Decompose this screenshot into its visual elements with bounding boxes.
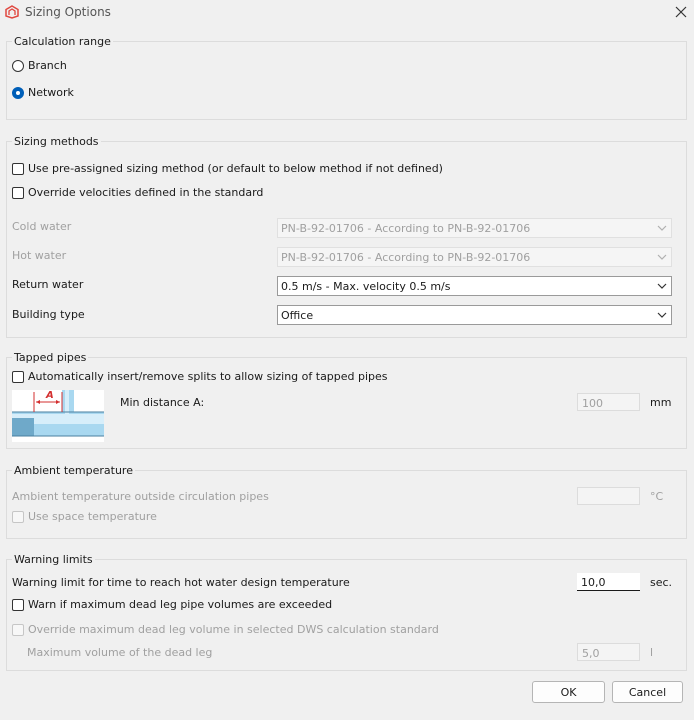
warning-time-input[interactable]: 10,0: [577, 573, 640, 591]
max-volume-unit: l: [650, 646, 654, 659]
pre-assigned-checkbox[interactable]: [12, 163, 24, 175]
override-velocities-label[interactable]: Override velocities defined in the stand…: [28, 186, 263, 199]
dead-leg-label[interactable]: Warn if maximum dead leg pipe volumes ar…: [28, 598, 332, 611]
tapped-pipes-label: Tapped pipes: [12, 351, 89, 364]
auto-splits-label[interactable]: Automatically insert/remove splits to al…: [28, 370, 388, 383]
chevron-down-icon: [657, 225, 667, 231]
return-water-value: 0.5 m/s - Max. velocity 0.5 m/s: [281, 280, 451, 293]
warning-limits-label: Warning limits: [12, 553, 95, 566]
cold-water-label: Cold water: [12, 220, 72, 233]
app-logo-icon: [5, 5, 19, 19]
hot-water-value: PN-B-92-01706 - According to PN-B-92-017…: [281, 251, 531, 264]
pre-assigned-label[interactable]: Use pre-assigned sizing method (or defau…: [28, 162, 443, 175]
min-distance-unit: mm: [650, 396, 672, 409]
use-space-temperature-label: Use space temperature: [28, 510, 157, 523]
building-type-value: Office: [281, 309, 314, 322]
hot-water-label: Hot water: [12, 249, 67, 262]
window-title: Sizing Options: [25, 5, 111, 19]
chevron-down-icon: [657, 312, 667, 318]
return-water-select[interactable]: 0.5 m/s - Max. velocity 0.5 m/s: [277, 276, 672, 296]
max-volume-label: Maximum volume of the dead leg: [27, 646, 213, 659]
warning-time-unit: sec.: [650, 576, 673, 589]
return-water-label: Return water: [12, 278, 84, 291]
cancel-button[interactable]: Cancel: [612, 681, 683, 703]
calculation-range-label: Calculation range: [12, 35, 113, 48]
ok-button[interactable]: OK: [532, 681, 605, 703]
dead-leg-checkbox[interactable]: [12, 599, 24, 611]
tapped-pipe-diagram: A: [12, 390, 104, 442]
title-bar: Sizing Options: [0, 0, 694, 26]
pipe-diagram-icon: [12, 390, 104, 437]
radio-branch-label[interactable]: Branch: [28, 59, 67, 72]
building-type-label: Building type: [12, 308, 85, 321]
close-icon[interactable]: [672, 3, 690, 21]
auto-splits-checkbox[interactable]: [12, 371, 24, 383]
override-dead-leg-label: Override maximum dead leg volume in sele…: [28, 623, 439, 636]
ambient-unit: °C: [650, 490, 664, 503]
cold-water-value: PN-B-92-01706 - According to PN-B-92-017…: [281, 222, 531, 235]
ambient-temperature-label: Ambient temperature: [12, 464, 135, 477]
override-dead-leg-checkbox: [12, 624, 24, 636]
chevron-down-icon: [657, 254, 667, 260]
min-distance-input[interactable]: 100: [577, 393, 640, 411]
use-space-temperature-checkbox: [12, 511, 24, 523]
warning-time-label: Warning limit for time to reach hot wate…: [12, 576, 350, 589]
calculation-range-group: [6, 41, 687, 120]
ambient-outside-input: [577, 487, 640, 505]
chevron-down-icon: [657, 283, 667, 289]
ambient-outside-label: Ambient temperature outside circulation …: [12, 490, 269, 503]
radio-branch[interactable]: [12, 60, 24, 72]
sizing-methods-label: Sizing methods: [12, 135, 101, 148]
radio-network-label[interactable]: Network: [28, 86, 74, 99]
max-volume-input: 5,0: [577, 643, 640, 661]
cold-water-select: PN-B-92-01706 - According to PN-B-92-017…: [277, 218, 672, 238]
min-distance-label: Min distance A:: [120, 396, 205, 409]
diagram-letter-a: A: [46, 390, 54, 401]
hot-water-select: PN-B-92-01706 - According to PN-B-92-017…: [277, 247, 672, 267]
radio-network[interactable]: [12, 87, 24, 99]
override-velocities-checkbox[interactable]: [12, 187, 24, 199]
building-type-select[interactable]: Office: [277, 305, 672, 325]
